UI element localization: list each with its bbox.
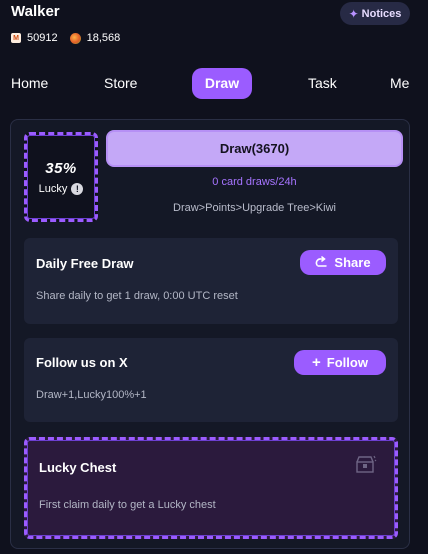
follow-label: Follow: [326, 355, 368, 370]
chest-icon: [355, 454, 377, 474]
notices-button[interactable]: ✦ Notices: [340, 2, 410, 25]
plus-icon: +: [312, 354, 321, 371]
draws-count-info: 0 card draws/24h: [212, 176, 297, 188]
lucky-value: 35%: [45, 159, 77, 177]
follow-x-card: Follow us on X + Follow Draw+1,Lucky100%…: [24, 338, 398, 422]
draw-panel: 35% Lucky ! Draw(3670) 0 card draws/24h …: [10, 119, 410, 549]
lucky-label-row: Lucky !: [38, 182, 84, 195]
notices-label: Notices: [361, 7, 402, 20]
lucky-meter: 35% Lucky !: [24, 132, 98, 222]
follow-x-title: Follow us on X: [36, 355, 128, 370]
nav-draw[interactable]: Draw: [192, 68, 252, 99]
follow-x-desc: Draw+1,Lucky100%+1: [36, 389, 147, 401]
fruit-icon: [69, 32, 81, 44]
info-icon[interactable]: !: [71, 182, 84, 195]
megaphone-icon: ✦: [348, 6, 359, 21]
share-label: Share: [334, 255, 371, 270]
points-stat: M 50912: [11, 32, 58, 44]
share-icon: [315, 255, 328, 270]
fruit-value: 18,568: [86, 32, 121, 44]
points-value: 50912: [27, 32, 58, 44]
username: Walker: [11, 3, 60, 20]
daily-free-draw-card: Daily Free Draw Share Share daily to get…: [24, 238, 398, 324]
main-nav: Home Store Draw Task Me: [0, 68, 428, 99]
lucky-chest-card[interactable]: Lucky Chest First claim daily to get a L…: [24, 437, 398, 539]
draw-button[interactable]: Draw(3670): [108, 132, 401, 165]
nav-me[interactable]: Me: [390, 68, 409, 99]
lucky-chest-desc: First claim daily to get a Lucky chest: [39, 499, 216, 511]
lucky-chest-title: Lucky Chest: [39, 460, 117, 475]
lucky-label: Lucky: [38, 182, 68, 195]
nav-task[interactable]: Task: [308, 68, 337, 99]
follow-button[interactable]: + Follow: [294, 350, 386, 375]
nav-home[interactable]: Home: [11, 68, 48, 99]
nav-store[interactable]: Store: [104, 68, 137, 99]
points-icon: M: [11, 33, 21, 43]
daily-free-draw-title: Daily Free Draw: [36, 256, 134, 271]
share-button[interactable]: Share: [300, 250, 386, 275]
reward-path-info: Draw>Points>Upgrade Tree>Kiwi: [173, 202, 336, 214]
balance-bar: M 50912 18,568: [11, 32, 132, 44]
fruit-stat: 18,568: [69, 32, 121, 44]
daily-free-draw-desc: Share daily to get 1 draw, 0:00 UTC rese…: [36, 290, 238, 302]
